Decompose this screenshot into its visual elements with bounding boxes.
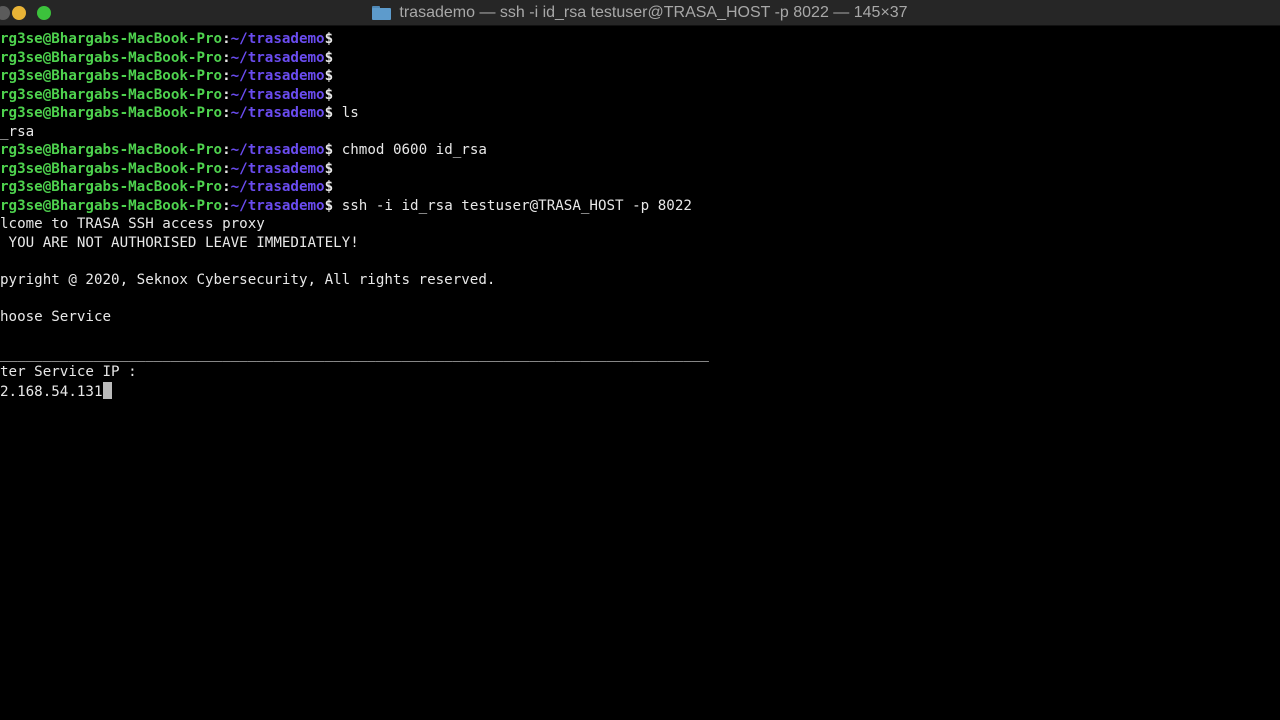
prompt-user: rg3se@Bhargabs-MacBook-Pro xyxy=(0,160,223,177)
prompt-user: rg3se@Bhargabs-MacBook-Pro xyxy=(0,86,223,103)
prompt-dollar: $ xyxy=(324,86,334,103)
prompt-user: rg3se@Bhargabs-MacBook-Pro xyxy=(0,68,223,84)
prompt-line: rg3se@Bhargabs-MacBook-Pro:~/trasademo$ xyxy=(0,160,1280,179)
folder-icon xyxy=(372,6,392,20)
prompt-path: ~/trasademo xyxy=(230,68,325,84)
prompt-dollar: $ xyxy=(324,142,334,158)
terminal-window: trasademo — ssh -i id_rsa testuser@TRASA… xyxy=(0,0,1280,720)
prompt-line: rg3se@Bhargabs-MacBook-Pro:~/trasademo$ xyxy=(0,178,1280,197)
prompt-colon: : xyxy=(222,105,231,121)
prompt-user: rg3se@Bhargabs-MacBook-Pro xyxy=(0,31,223,47)
prompt-user: rg3se@Bhargabs-MacBook-Pro xyxy=(0,197,223,214)
prompt-dollar: $ xyxy=(324,105,334,121)
prompt-user: rg3se@Bhargabs-MacBook-Pro xyxy=(0,105,223,121)
output-line: YOU ARE NOT AUTHORISED LEAVE IMMEDIATELY… xyxy=(0,234,1280,253)
terminal-output[interactable]: rg3se@Bhargabs-MacBook-Pro:~/trasademo$ r… xyxy=(0,30,1280,720)
prompt-colon: : xyxy=(222,197,231,214)
prompt-dollar: $ xyxy=(324,31,334,47)
prompt-path: ~/trasademo xyxy=(230,105,325,121)
prompt-colon: : xyxy=(222,86,231,103)
prompt-line: rg3se@Bhargabs-MacBook-Pro:~/trasademo$ … xyxy=(0,197,1280,216)
prompt-colon: : xyxy=(222,68,231,84)
text-cursor xyxy=(102,381,112,399)
command-text: ls xyxy=(333,105,359,121)
output-text: ter Service IP : xyxy=(0,364,137,380)
prompt-path: ~/trasademo xyxy=(230,160,325,177)
prompt-line: rg3se@Bhargabs-MacBook-Pro:~/trasademo$ xyxy=(0,67,1280,86)
separator-text: ________________________________________… xyxy=(0,345,709,362)
output-line: lcome to TRASA SSH access proxy xyxy=(0,215,1280,234)
prompt-colon: : xyxy=(222,49,231,66)
prompt-path: ~/trasademo xyxy=(230,179,325,195)
prompt-path: ~/trasademo xyxy=(230,86,325,103)
prompt-user: rg3se@Bhargabs-MacBook-Pro xyxy=(0,142,223,158)
prompt-dollar: $ xyxy=(324,49,334,66)
output-line: hoose Service xyxy=(0,308,1280,327)
window-title-group: trasademo — ssh -i id_rsa testuser@TRASA… xyxy=(0,0,1280,26)
output-text: lcome to TRASA SSH access proxy xyxy=(0,216,265,232)
prompt-dollar: $ xyxy=(324,197,334,214)
title-bar[interactable]: trasademo — ssh -i id_rsa testuser@TRASA… xyxy=(0,0,1280,26)
prompt-colon: : xyxy=(222,31,231,47)
prompt-user: rg3se@Bhargabs-MacBook-Pro xyxy=(0,49,223,66)
output-text: YOU ARE NOT AUTHORISED LEAVE IMMEDIATELY… xyxy=(0,234,359,251)
input-line[interactable]: 2.168.54.131 xyxy=(0,381,1280,401)
prompt-colon: : xyxy=(222,179,231,195)
prompt-line: rg3se@Bhargabs-MacBook-Pro:~/trasademo$ … xyxy=(0,104,1280,123)
output-line: ter Service IP : xyxy=(0,363,1280,382)
prompt-colon: : xyxy=(222,160,231,177)
prompt-path: ~/trasademo xyxy=(230,49,325,66)
prompt-user: rg3se@Bhargabs-MacBook-Pro xyxy=(0,179,223,195)
prompt-path: ~/trasademo xyxy=(230,31,325,47)
prompt-line: rg3se@Bhargabs-MacBook-Pro:~/trasademo$ xyxy=(0,30,1280,49)
command-text: chmod 0600 id_rsa xyxy=(333,142,487,158)
prompt-colon: : xyxy=(222,142,231,158)
output-line: pyright @ 2020, Seknox Cybersecurity, Al… xyxy=(0,271,1280,290)
output-text: _rsa xyxy=(0,123,35,140)
prompt-dollar: $ xyxy=(324,160,334,177)
prompt-line: rg3se@Bhargabs-MacBook-Pro:~/trasademo$ … xyxy=(0,141,1280,160)
prompt-dollar: $ xyxy=(324,68,334,84)
prompt-line: rg3se@Bhargabs-MacBook-Pro:~/trasademo$ xyxy=(0,49,1280,68)
output-text: hoose Service xyxy=(0,308,112,325)
prompt-path: ~/trasademo xyxy=(230,197,325,214)
prompt-line: rg3se@Bhargabs-MacBook-Pro:~/trasademo$ xyxy=(0,86,1280,105)
output-text: pyright @ 2020, Seknox Cybersecurity, Al… xyxy=(0,271,496,288)
prompt-path: ~/trasademo xyxy=(230,142,325,158)
window-title: trasademo — ssh -i id_rsa testuser@TRASA… xyxy=(399,4,908,21)
separator-line: ________________________________________… xyxy=(0,345,1280,364)
output-line: _rsa xyxy=(0,123,1280,142)
typed-input[interactable]: 2.168.54.131 xyxy=(0,384,103,400)
prompt-dollar: $ xyxy=(324,179,334,195)
command-text: ssh -i id_rsa testuser@TRASA_HOST -p 802… xyxy=(333,197,692,214)
